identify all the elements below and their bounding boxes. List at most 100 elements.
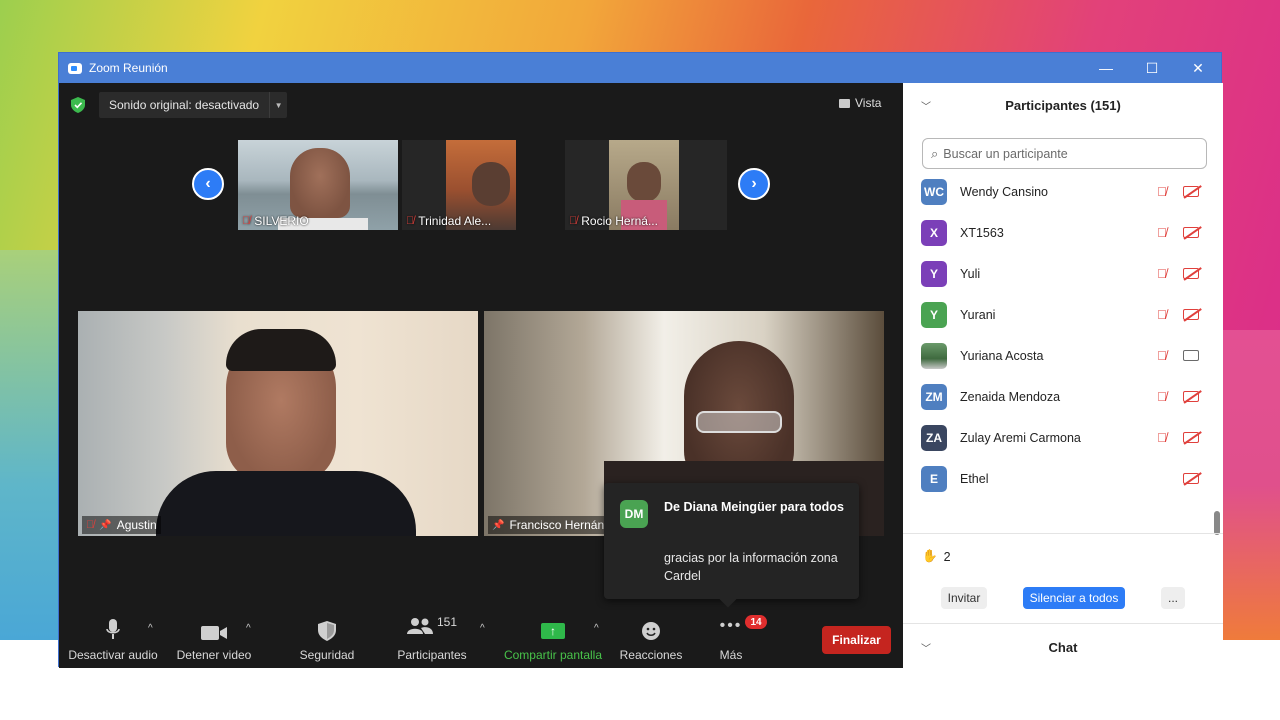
chevron-right-icon: › — [751, 175, 757, 192]
participants-panel: ﹀ Participantes (151) ⌕ WC Wendy Cansino… — [903, 83, 1223, 668]
original-sound-dropdown[interactable]: Sonido original: desactivado ▼ — [99, 92, 288, 118]
more-label: Más — [719, 648, 743, 662]
chat-header[interactable]: ﹀ Chat — [903, 635, 1223, 659]
video-options-chevron-icon[interactable]: ^ — [246, 623, 251, 634]
participants-scrollbar[interactable] — [1213, 171, 1221, 535]
participant-video-tile[interactable]: 🎙̸ 📌 Agustin — [78, 311, 478, 536]
participant-name: Yurani — [960, 307, 996, 322]
participant-thumbnail[interactable]: 🎙̸ Trinidad Ale... — [402, 140, 516, 230]
microphone-icon-shape — [106, 619, 120, 639]
participant-row[interactable]: Y Yurani 🎙̸ — [903, 294, 1213, 335]
scrollbar-thumb[interactable] — [1214, 511, 1220, 535]
encryption-shield-icon[interactable] — [71, 97, 85, 113]
raised-hands-count: 2 — [943, 549, 951, 564]
zoom-app-icon — [68, 62, 82, 74]
participant-row[interactable]: Yuriana Acosta 🎙̸ — [903, 335, 1213, 376]
tile-name: 🎙̸ 📌 Agustin — [82, 516, 161, 534]
video-area: Sonido original: desactivado ▼ Vista ‹ ›… — [59, 83, 903, 668]
divider — [903, 533, 1223, 534]
participant-thumbnail[interactable]: 🎙̸ Rocio Herná... — [565, 140, 727, 230]
participants-button[interactable]: 151 Participantes — [392, 611, 472, 668]
security-button[interactable]: Seguridad — [292, 611, 362, 668]
people-icon — [406, 618, 433, 634]
participant-glasses — [696, 411, 782, 433]
participant-name: XT1563 — [960, 225, 1004, 240]
mic-muted-icon: 🎙̸ — [569, 215, 578, 227]
view-label: Vista — [855, 96, 882, 110]
camera-off-icon — [1183, 268, 1199, 279]
participant-name: Ethel — [960, 471, 989, 486]
stop-video-button[interactable]: Detener video — [174, 611, 254, 668]
grid-view-icon — [839, 98, 850, 108]
more-dots-icon: ••• — [719, 617, 743, 634]
share-screen-icon: ↑ — [541, 611, 565, 641]
mic-muted-icon: 🎙̸ — [242, 215, 251, 227]
mic-muted-icon: 🎙̸ — [1157, 266, 1167, 281]
microphone-icon — [106, 611, 120, 641]
thumbnail-name-label: SILVERIO — [254, 214, 309, 228]
title-bar: Zoom Reunión — ☐ ✕ — [59, 53, 1221, 83]
participant-search[interactable]: ⌕ — [922, 138, 1207, 169]
participant-list: WC Wendy Cansino 🎙̸ X XT1563 🎙̸ Y Yuli 🎙… — [903, 171, 1223, 501]
raised-hand-icon: ✋ — [922, 549, 938, 563]
view-button[interactable]: Vista — [839, 96, 881, 110]
participant-avatar: Y — [921, 260, 947, 287]
chat-notification[interactable]: DM De Diana Meingüer para todos gracias … — [604, 483, 859, 608]
camera-off-icon — [1183, 473, 1199, 484]
participant-row[interactable]: WC Wendy Cansino 🎙̸ — [903, 171, 1213, 212]
chevron-down-icon[interactable]: ▼ — [269, 92, 287, 118]
participant-name: Wendy Cansino — [960, 184, 1049, 199]
pin-icon: 📌 — [99, 519, 112, 531]
participant-row[interactable]: Y Yuli 🎙̸ — [903, 253, 1213, 294]
maximize-button[interactable]: ☐ — [1129, 53, 1175, 83]
participant-video-hair — [226, 329, 336, 371]
end-meeting-button[interactable]: Finalizar — [822, 626, 891, 654]
smiley-icon — [641, 611, 661, 641]
camera-off-icon — [1183, 391, 1199, 402]
mute-button[interactable]: Desactivar audio — [68, 611, 158, 668]
reactions-button[interactable]: Reacciones — [618, 611, 684, 668]
invite-button[interactable]: Invitar — [941, 587, 987, 609]
participant-row[interactable]: X XT1563 🎙̸ — [903, 212, 1213, 253]
more-options-button[interactable]: ... — [1161, 587, 1185, 609]
mute-all-button[interactable]: Silenciar a todos — [1023, 587, 1125, 609]
participants-label: Participantes — [397, 648, 467, 662]
thumbnail-name-label: Rocio Herná... — [581, 214, 658, 228]
pin-icon: 📌 — [492, 519, 505, 531]
participants-options-chevron-icon[interactable]: ^ — [480, 623, 485, 634]
search-input[interactable] — [943, 146, 1184, 161]
previous-page-button[interactable]: ‹ — [192, 168, 224, 200]
mic-muted-icon: 🎙̸ — [406, 215, 415, 227]
thumbnail-name: 🎙̸ SILVERIO — [242, 214, 309, 228]
participants-title: Participantes (151) — [1005, 97, 1121, 113]
zoom-window: Zoom Reunión — ☐ ✕ Sonido original: desa… — [58, 52, 1223, 668]
participant-row[interactable]: E Ethel — [903, 458, 1213, 499]
share-screen-label: Compartir pantalla — [503, 648, 603, 662]
participants-icon: 151 — [406, 611, 458, 641]
share-options-chevron-icon[interactable]: ^ — [594, 623, 599, 634]
participant-name: Yuriana Acosta — [960, 348, 1044, 363]
chevron-left-icon: ‹ — [205, 175, 211, 192]
thumbnail-name: 🎙̸ Trinidad Ale... — [406, 214, 491, 228]
audio-options-chevron-icon[interactable]: ^ — [148, 623, 153, 634]
next-page-button[interactable]: › — [738, 168, 770, 200]
share-screen-button[interactable]: ↑ Compartir pantalla — [503, 611, 603, 668]
participants-count: 151 — [436, 615, 458, 629]
background-left-strip — [0, 250, 58, 640]
collapse-chevron-icon[interactable]: ﹀ — [921, 98, 931, 113]
close-button[interactable]: ✕ — [1175, 53, 1221, 83]
mic-muted-icon: 🎙̸ — [1157, 348, 1167, 363]
divider — [903, 623, 1223, 624]
chat-sender: De Diana Meingüer para todos — [664, 500, 844, 514]
thumbnail-name: 🎙̸ Rocio Herná... — [569, 214, 658, 228]
minimize-button[interactable]: — — [1083, 53, 1129, 83]
participant-avatar: ZM — [921, 383, 947, 410]
expand-chevron-icon[interactable]: ﹀ — [921, 640, 931, 655]
search-icon: ⌕ — [931, 145, 939, 161]
mic-muted-icon: 🎙̸ — [1157, 184, 1167, 199]
camera-off-icon — [1183, 186, 1199, 197]
participant-thumbnail[interactable]: 🎙̸ SILVERIO — [238, 140, 398, 230]
tile-name-label: Agustin — [116, 518, 157, 532]
participant-row[interactable]: ZM Zenaida Mendoza 🎙̸ — [903, 376, 1213, 417]
participant-row[interactable]: ZA Zulay Aremi Carmona 🎙̸ — [903, 417, 1213, 458]
